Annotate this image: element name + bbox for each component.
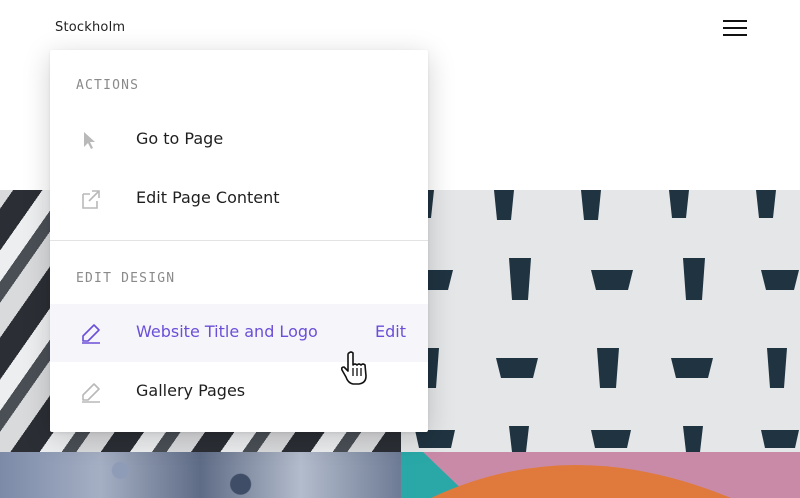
page: Stockholm ACTIONS Go to Page Edit Page C… — [0, 0, 800, 498]
hamburger-line — [723, 34, 747, 36]
menu-item-label: Gallery Pages — [136, 381, 246, 400]
hamburger-line — [723, 20, 747, 22]
hamburger-line — [723, 27, 747, 29]
edit-design-heading: EDIT DESIGN — [76, 271, 176, 286]
menu-item-edit-page-content[interactable]: Edit Page Content — [50, 170, 428, 228]
gallery-image-sand[interactable] — [0, 452, 401, 498]
actions-heading: ACTIONS — [76, 78, 140, 93]
external-link-icon — [82, 190, 100, 209]
pencil-icon — [82, 324, 100, 344]
menu-divider — [50, 240, 428, 241]
pencil-icon — [82, 383, 100, 403]
edit-button[interactable]: Edit — [375, 322, 406, 341]
menu-item-go-to-page[interactable]: Go to Page — [50, 111, 428, 169]
pointer-arrow-icon — [84, 132, 95, 149]
menu-item-label: Edit Page Content — [136, 188, 280, 207]
site-title[interactable]: Stockholm — [55, 20, 125, 35]
gallery-image-shapes[interactable] — [401, 452, 800, 498]
menu-item-label: Go to Page — [136, 129, 224, 148]
menu-item-label: Website Title and Logo — [136, 322, 318, 341]
hamburger-menu-icon[interactable] — [720, 16, 750, 40]
gallery-image-pegboard[interactable] — [401, 190, 800, 452]
hand-pointer-icon — [340, 351, 367, 385]
